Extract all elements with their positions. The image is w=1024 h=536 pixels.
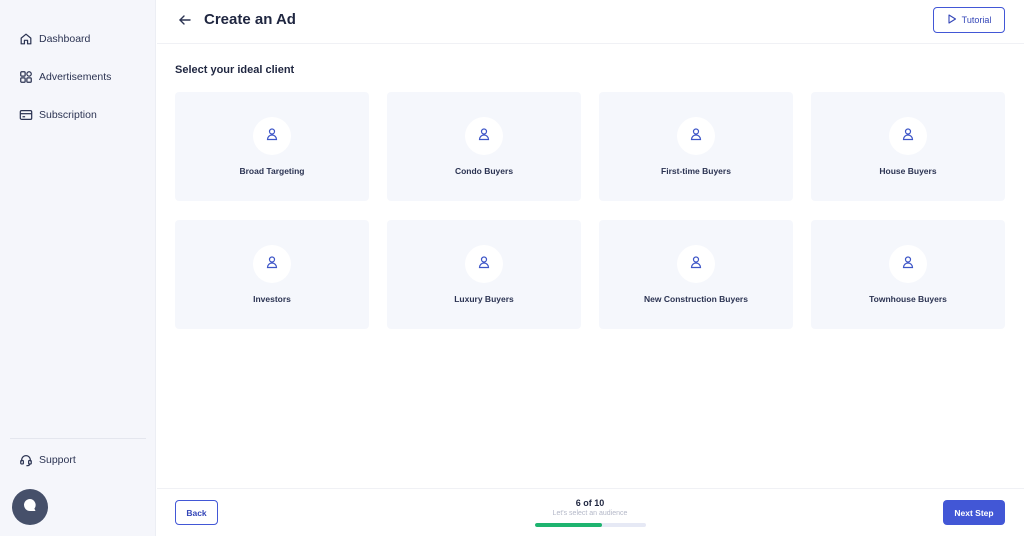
user-icon xyxy=(689,255,703,274)
user-icon xyxy=(477,127,491,146)
user-icon xyxy=(265,255,279,274)
page-title: Create an Ad xyxy=(204,11,296,28)
client-card-new-construction-buyers[interactable]: New Construction Buyers xyxy=(599,220,793,329)
client-card-investors[interactable]: Investors xyxy=(175,220,369,329)
chat-icon xyxy=(22,497,38,518)
client-card-label: First-time Buyers xyxy=(661,166,731,176)
page-header: Create an Ad Tutorial xyxy=(157,0,1024,44)
avatar xyxy=(677,245,715,283)
sidebar-item-label: Subscription xyxy=(39,109,97,121)
play-icon xyxy=(947,14,957,26)
client-card-label: Townhouse Buyers xyxy=(869,294,947,304)
client-card-broad-targeting[interactable]: Broad Targeting xyxy=(175,92,369,201)
card-icon xyxy=(19,108,33,122)
client-card-condo-buyers[interactable]: Condo Buyers xyxy=(387,92,581,201)
client-card-label: Condo Buyers xyxy=(454,166,514,176)
avatar xyxy=(889,117,927,155)
avatar xyxy=(253,117,291,155)
client-card-luxury-buyers[interactable]: Luxury Buyers xyxy=(387,220,581,329)
user-icon xyxy=(689,127,703,146)
section-title: Select your ideal client xyxy=(175,64,295,76)
avatar xyxy=(253,245,291,283)
sidebar-item-label: Advertisements xyxy=(39,71,112,83)
sidebar-item-support[interactable]: Support xyxy=(19,453,76,467)
avatar xyxy=(677,117,715,155)
client-card-label: Investors xyxy=(253,294,291,304)
avatar xyxy=(465,245,503,283)
home-icon xyxy=(19,32,33,46)
client-card-townhouse-buyers[interactable]: Townhouse Buyers xyxy=(811,220,1005,329)
client-card-house-buyers[interactable]: House Buyers xyxy=(811,92,1005,201)
chat-widget-button[interactable] xyxy=(12,489,48,525)
sidebar: Dashboard Advertisements Subscription Su… xyxy=(0,0,156,536)
step-counter: 6 of 10 xyxy=(575,498,605,508)
sidebar-item-label: Dashboard xyxy=(39,33,91,45)
sidebar-item-advertisements[interactable]: Advertisements xyxy=(19,70,111,84)
user-icon xyxy=(477,255,491,274)
sidebar-item-label: Support xyxy=(39,454,76,466)
user-icon xyxy=(901,255,915,274)
client-card-first-time-buyers[interactable]: First-time Buyers xyxy=(599,92,793,201)
next-step-button[interactable]: Next Step xyxy=(943,500,1005,525)
user-icon xyxy=(901,127,915,146)
user-icon xyxy=(265,127,279,146)
client-card-label: New Construction Buyers xyxy=(644,294,748,304)
sidebar-item-dashboard[interactable]: Dashboard xyxy=(19,32,90,46)
progress-bar xyxy=(535,523,646,527)
client-card-label: Broad Targeting xyxy=(239,166,305,176)
back-button[interactable]: Back xyxy=(175,500,218,525)
sidebar-divider xyxy=(10,438,146,439)
client-card-label: Luxury Buyers xyxy=(454,294,514,304)
sidebar-item-subscription[interactable]: Subscription xyxy=(19,108,97,122)
step-subtitle: Let's select an audience xyxy=(552,510,628,517)
grid-icon xyxy=(19,70,33,84)
avatar xyxy=(465,117,503,155)
tutorial-label: Tutorial xyxy=(961,15,992,25)
progress-bar-fill xyxy=(535,523,602,527)
avatar xyxy=(889,245,927,283)
client-card-label: House Buyers xyxy=(879,166,937,176)
back-arrow-icon[interactable] xyxy=(177,12,193,28)
tutorial-button[interactable]: Tutorial xyxy=(933,7,1005,33)
headset-icon xyxy=(19,453,33,467)
